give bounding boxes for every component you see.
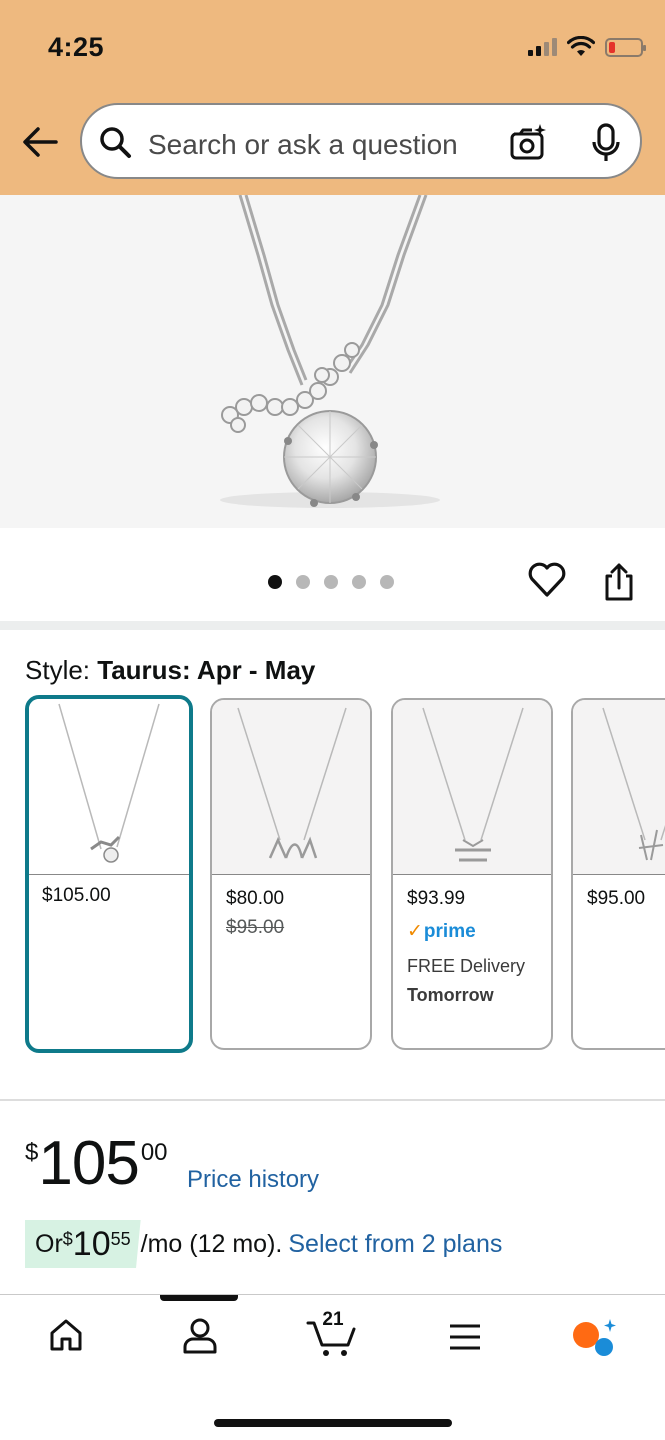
price-whole: 105 <box>38 1129 139 1198</box>
section-divider <box>0 621 665 630</box>
price-history-link[interactable]: Price history <box>187 1166 319 1194</box>
cart-count: 21 <box>322 1309 344 1330</box>
style-label-prefix: Style: <box>25 655 98 685</box>
back-button[interactable] <box>20 124 60 160</box>
variant-image <box>212 700 370 875</box>
carousel-dots[interactable] <box>268 575 394 589</box>
home-indicator <box>214 1419 452 1427</box>
installment-terms: /mo (12 mo). <box>140 1229 283 1258</box>
nav-cart[interactable]: 21 <box>306 1309 360 1364</box>
price-currency: $ <box>25 1139 39 1166</box>
necklace-pendant-image <box>220 195 440 508</box>
installment-fraction: 55 <box>110 1228 131 1249</box>
installment-prefix: Or <box>35 1229 63 1258</box>
carousel-dot[interactable] <box>380 575 394 589</box>
carousel-dot[interactable] <box>352 575 366 589</box>
app-header: 4:25 Search or ask a question <box>0 0 665 195</box>
variant-card[interactable]: $80.00 $95.00 <box>210 698 372 1050</box>
necklace-thumbnail <box>602 707 665 861</box>
variant-price: $105.00 <box>42 885 111 906</box>
status-icons <box>528 36 646 58</box>
search-bar[interactable]: Search or ask a question <box>80 103 642 179</box>
home-icon <box>50 1319 82 1351</box>
variant-delivery: FREE Delivery <box>407 956 526 976</box>
search-input[interactable]: Search or ask a question <box>148 129 458 161</box>
installment-plan: Or $10 55 /mo (12 mo). Select from 2 plan… <box>25 1220 502 1268</box>
installment-whole: 10 <box>72 1224 111 1263</box>
variant-price: $80.00 <box>226 888 285 909</box>
variant-image <box>393 700 551 875</box>
active-tab-indicator <box>160 1295 238 1301</box>
nav-rufus[interactable] <box>570 1317 620 1364</box>
style-variants: $105.00 $80.00 $95.00 $93.99 ✓prime FREE… <box>25 695 665 1055</box>
section-divider <box>0 1099 665 1101</box>
person-icon <box>183 1318 217 1354</box>
carousel-dot[interactable] <box>324 575 338 589</box>
carousel-dot[interactable] <box>268 575 282 589</box>
style-label: Style: Taurus: Apr - May <box>25 655 315 686</box>
variant-list-price: $95.00 <box>226 917 285 938</box>
back-arrow-icon <box>23 127 58 157</box>
bottom-navigation: 21 <box>0 1294 665 1440</box>
prime-check-icon: ✓ <box>407 921 423 942</box>
installment-currency: $ <box>62 1228 73 1249</box>
search-icon <box>100 127 131 158</box>
necklace-thumbnail <box>422 707 524 862</box>
variant-image <box>573 700 665 875</box>
installment-badge: Or $10 55 <box>25 1220 141 1268</box>
prime-badge: ✓prime <box>407 920 476 943</box>
microphone-icon[interactable] <box>590 122 622 164</box>
nav-home[interactable] <box>48 1317 84 1358</box>
variant-card[interactable]: $93.99 ✓prime FREE Delivery Tomorrow <box>391 698 553 1050</box>
camera-search-icon[interactable] <box>508 122 548 162</box>
style-label-value: Taurus: Apr - May <box>97 655 316 685</box>
hamburger-menu-icon <box>450 1324 480 1350</box>
nav-menu[interactable] <box>448 1323 482 1356</box>
wifi-icon <box>567 36 595 56</box>
necklace-thumbnail <box>58 703 160 863</box>
variant-price: $95.00 <box>587 888 646 909</box>
variant-image <box>29 699 189 875</box>
carousel-dot[interactable] <box>296 575 310 589</box>
product-image[interactable] <box>0 195 665 528</box>
variant-card-taurus[interactable]: $105.00 <box>25 695 193 1053</box>
select-plans-link[interactable]: Select from 2 plans <box>288 1230 502 1259</box>
share-icon[interactable] <box>602 562 636 602</box>
product-price: $ 105 00 <box>25 1133 168 1195</box>
variant-delivery-day: Tomorrow <box>407 985 494 1005</box>
variant-price: $93.99 <box>407 888 466 909</box>
cellular-signal-icon <box>528 38 557 56</box>
rufus-assistant-icon <box>573 1319 616 1356</box>
heart-icon[interactable] <box>528 562 566 598</box>
variant-card[interactable]: $95.00 <box>571 698 665 1050</box>
nav-account[interactable] <box>182 1317 218 1360</box>
status-time: 4:25 <box>48 32 105 62</box>
battery-icon <box>605 37 646 57</box>
price-fraction: 00 <box>140 1139 168 1166</box>
prime-label: prime <box>423 921 476 942</box>
necklace-thumbnail <box>237 707 347 859</box>
carousel-controls <box>0 528 665 621</box>
